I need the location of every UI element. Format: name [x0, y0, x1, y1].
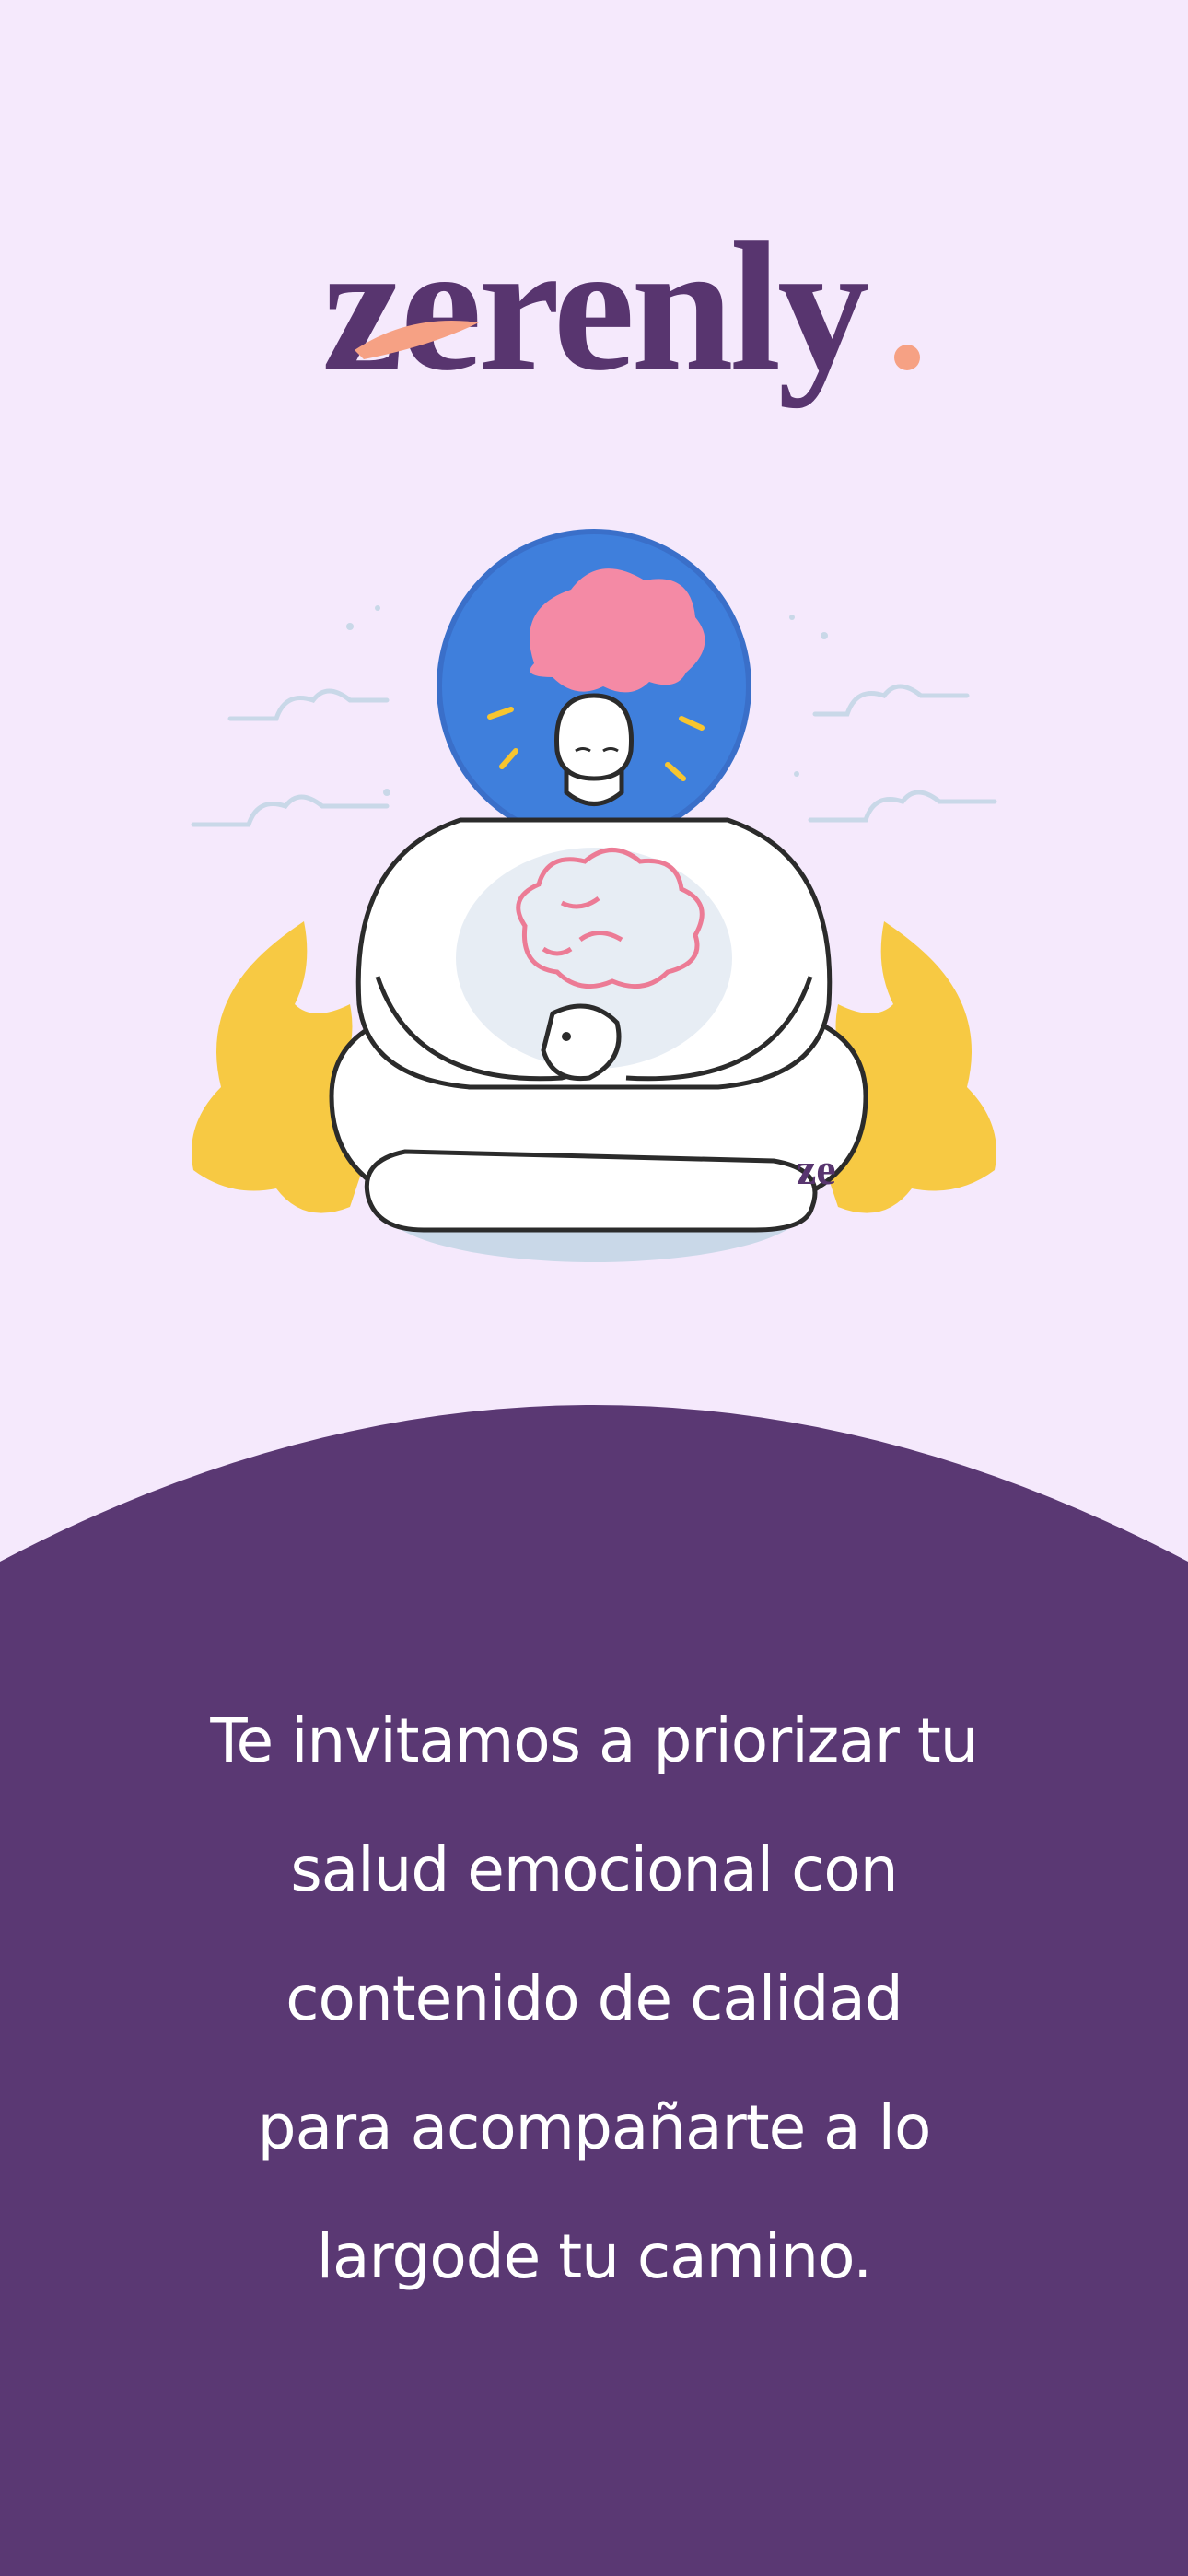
onboarding-message: Te invitamos a priorizar tu salud emocio… [111, 1677, 1077, 2322]
meditation-illustration: ze [147, 516, 1041, 1308]
message-line: contenido de calidad [285, 1963, 903, 2034]
message-line: Te invitamos a priorizar tu [210, 1705, 978, 1776]
ze-badge-label: ze [797, 1145, 836, 1194]
meditation-illustration-icon: ze [191, 529, 997, 1262]
message-line: largode tu camino. [316, 2221, 873, 2292]
message-line: salud emocional con [290, 1834, 898, 1905]
message-panel: Te invitamos a priorizar tu salud emocio… [0, 1400, 1188, 2576]
onboarding-screen: zerenly ze Te invitamos a priorizar tu s… [0, 0, 1188, 2576]
message-line: para acompañarte a lo [257, 2092, 932, 2163]
zerenly-logo-icon: zerenly [322, 205, 920, 409]
brand-logo: zerenly [0, 184, 1188, 442]
svg-text:zerenly: zerenly [322, 205, 868, 409]
